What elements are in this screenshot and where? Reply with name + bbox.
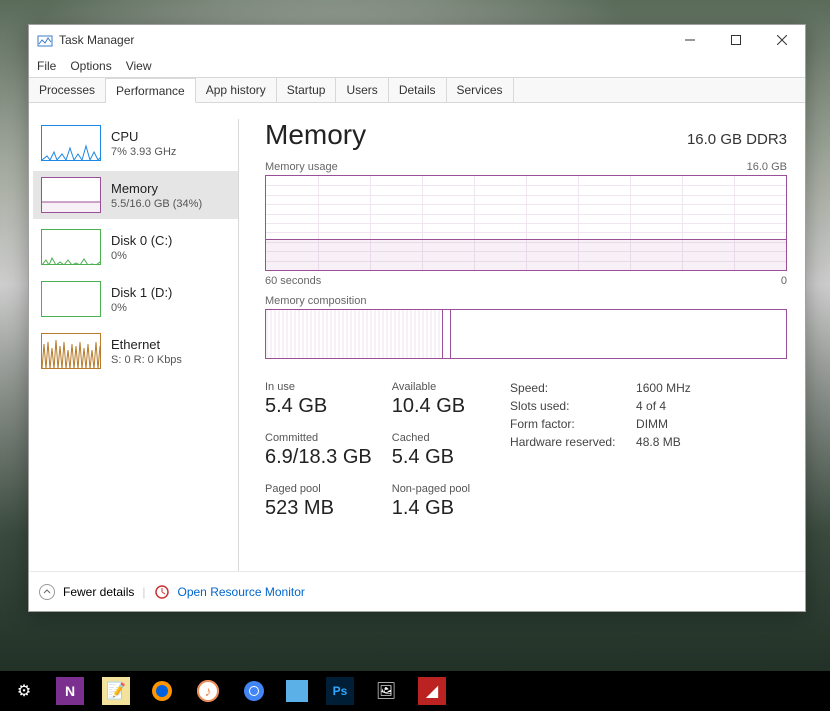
sidebar: CPU 7% 3.93 GHz Memory 5.5/16.0 GB (34%) <box>29 119 239 571</box>
sidebar-item-label: Disk 1 (D:) <box>111 285 230 300</box>
sidebar-item-label: CPU <box>111 129 230 144</box>
svg-text:♪: ♪ <box>205 683 212 699</box>
photoshop-icon[interactable]: Ps <box>326 677 354 705</box>
sidebar-item-stat: 7% 3.93 GHz <box>111 146 230 158</box>
stat-cached: Cached 5.4 GB <box>392 432 470 469</box>
composition-standby-free <box>451 310 786 358</box>
tab-details[interactable]: Details <box>389 78 447 102</box>
sidebar-item-label: Memory <box>111 181 230 196</box>
sidebar-item-ethernet[interactable]: Ethernet S: 0 R: 0 Kbps <box>33 327 238 375</box>
onenote-icon[interactable]: N <box>56 677 84 705</box>
stat-committed: Committed 6.9/18.3 GB <box>265 432 372 469</box>
page-subtitle: 16.0 GB DDR3 <box>687 131 787 148</box>
resmon-icon <box>154 584 170 600</box>
x-axis-right: 0 <box>781 275 787 287</box>
composition-modified <box>443 310 451 358</box>
itunes-icon[interactable]: ♪ <box>194 677 222 705</box>
tab-startup[interactable]: Startup <box>277 78 337 102</box>
memory-composition-bar <box>265 309 787 359</box>
task-manager-window: Task Manager File Options View Processes… <box>28 24 806 612</box>
menu-view[interactable]: View <box>126 59 152 73</box>
close-button[interactable] <box>759 25 805 55</box>
minimize-button[interactable] <box>667 25 713 55</box>
ethernet-sparkline <box>41 333 101 369</box>
sidebar-item-label: Disk 0 (C:) <box>111 233 230 248</box>
notepad-icon[interactable]: 📝 <box>102 677 130 705</box>
sidebar-item-stat: 5.5/16.0 GB (34%) <box>111 198 230 210</box>
sidebar-item-stat: 0% <box>111 250 230 262</box>
tabbar: Processes Performance App history Startu… <box>29 77 805 103</box>
stat-nonpaged: Non-paged pool 1.4 GB <box>392 483 470 520</box>
taskbar[interactable]: ⚙ N 📝 ♪ Ps 🖼 ◢ <box>0 671 830 711</box>
app-icon[interactable] <box>286 680 308 702</box>
open-resource-monitor-link[interactable]: Open Resource Monitor <box>178 585 305 599</box>
sidebar-item-cpu[interactable]: CPU 7% 3.93 GHz <box>33 119 238 167</box>
menu-file[interactable]: File <box>37 59 56 73</box>
hardware-info: Speed:1600 MHz Slots used:4 of 4 Form fa… <box>510 381 691 520</box>
stat-paged: Paged pool 523 MB <box>265 483 372 520</box>
stat-in-use: In use 5.4 GB <box>265 381 372 418</box>
sidebar-item-disk0[interactable]: Disk 0 (C:) 0% <box>33 223 238 271</box>
sidebar-item-memory[interactable]: Memory 5.5/16.0 GB (34%) <box>33 171 238 219</box>
stat-available: Available 10.4 GB <box>392 381 470 418</box>
menu-options[interactable]: Options <box>70 59 111 73</box>
chrome-icon[interactable] <box>240 677 268 705</box>
tab-processes[interactable]: Processes <box>29 78 106 102</box>
memory-usage-chart <box>265 175 787 271</box>
disk0-sparkline <box>41 229 101 265</box>
tab-app-history[interactable]: App history <box>196 78 277 102</box>
maximize-button[interactable] <box>713 25 759 55</box>
tab-performance[interactable]: Performance <box>106 78 196 103</box>
firefox-icon[interactable] <box>148 677 176 705</box>
window-title: Task Manager <box>59 33 667 47</box>
composition-inuse <box>266 310 443 358</box>
titlebar[interactable]: Task Manager <box>29 25 805 55</box>
page-title: Memory <box>265 119 366 151</box>
sidebar-item-stat: S: 0 R: 0 Kbps <box>111 354 230 366</box>
collapse-icon[interactable] <box>39 584 55 600</box>
tab-users[interactable]: Users <box>336 78 388 102</box>
memory-sparkline <box>41 177 101 213</box>
sidebar-item-disk1[interactable]: Disk 1 (D:) 0% <box>33 275 238 323</box>
menubar: File Options View <box>29 55 805 77</box>
composition-label: Memory composition <box>265 295 787 307</box>
usage-label: Memory usage <box>265 161 338 173</box>
tab-services[interactable]: Services <box>447 78 514 102</box>
dota-icon[interactable]: ◢ <box>418 677 446 705</box>
x-axis-left: 60 seconds <box>265 275 321 287</box>
sidebar-item-label: Ethernet <box>111 337 230 352</box>
settings-icon[interactable]: ⚙ <box>10 677 38 705</box>
footer: Fewer details | Open Resource Monitor <box>29 571 805 611</box>
sidebar-item-stat: 0% <box>111 302 230 314</box>
main-panel: Memory 16.0 GB DDR3 Memory usage 16.0 GB… <box>247 119 805 571</box>
usage-max: 16.0 GB <box>747 161 787 173</box>
app-icon <box>37 32 53 48</box>
fewer-details-link[interactable]: Fewer details <box>63 585 134 599</box>
photos-icon[interactable]: 🖼 <box>372 677 400 705</box>
disk1-sparkline <box>41 281 101 317</box>
cpu-sparkline <box>41 125 101 161</box>
